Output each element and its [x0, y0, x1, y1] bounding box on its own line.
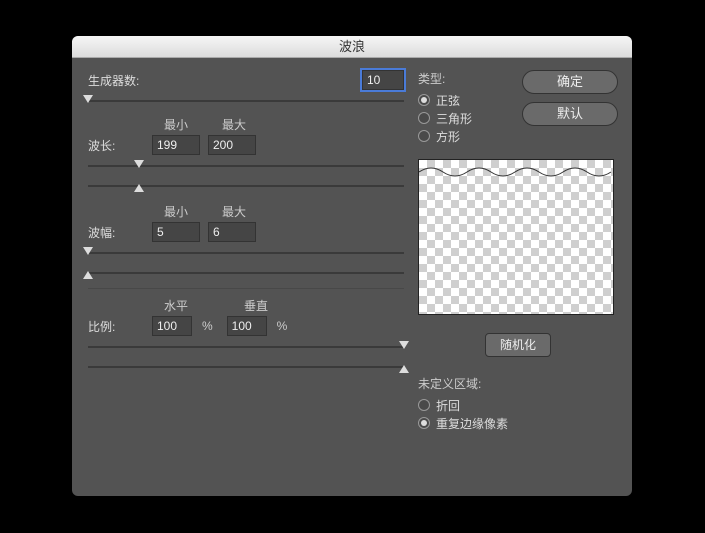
wavelength-max-input[interactable] [208, 135, 256, 155]
scale-h-input[interactable] [152, 316, 192, 336]
col-max-label: 最大 [210, 116, 258, 133]
scale-h-label: 水平 [152, 297, 200, 314]
amplitude-min-slider[interactable] [88, 246, 404, 260]
type-option-square[interactable]: 方形 [418, 127, 510, 145]
amplitude-max-input[interactable] [208, 222, 256, 242]
undefined-option-label: 折回 [436, 397, 460, 414]
preview [418, 159, 614, 315]
radio-icon [418, 417, 430, 429]
randomize-button[interactable]: 随机化 [485, 333, 551, 357]
col-max-label: 最大 [210, 203, 258, 220]
default-button[interactable]: 默认 [522, 102, 618, 126]
wavelength-max-slider[interactable] [88, 179, 404, 193]
col-min-label: 最小 [152, 116, 200, 133]
percent-label: % [202, 319, 213, 333]
radio-icon [418, 130, 430, 142]
type-option-triangle[interactable]: 三角形 [418, 109, 510, 127]
amplitude-min-input[interactable] [152, 222, 200, 242]
radio-icon [418, 94, 430, 106]
radio-icon [418, 399, 430, 411]
type-label: 类型: [418, 70, 510, 87]
wave-dialog: 波浪 生成器数: 最小 最大 波长: [72, 36, 632, 496]
ok-button[interactable]: 确定 [522, 70, 618, 94]
radio-icon [418, 112, 430, 124]
scale-h-slider[interactable] [88, 340, 404, 354]
generators-input[interactable] [362, 70, 404, 90]
percent-label: % [277, 319, 288, 333]
generators-label: 生成器数: [88, 72, 144, 89]
type-option-sine[interactable]: 正弦 [418, 91, 510, 109]
type-option-label: 方形 [436, 128, 460, 145]
amplitude-label: 波幅: [88, 224, 144, 241]
wave-preview-icon [419, 162, 615, 182]
wavelength-min-input[interactable] [152, 135, 200, 155]
col-min-label: 最小 [152, 203, 200, 220]
wavelength-min-slider[interactable] [88, 159, 404, 173]
scale-v-label: 垂直 [232, 297, 280, 314]
undefined-option-wrap[interactable]: 折回 [418, 396, 618, 414]
right-pane: 类型: 正弦 三角形 方形 确定 默认 [418, 70, 618, 432]
scale-v-slider[interactable] [88, 360, 404, 374]
scale-label: 比例: [88, 318, 144, 335]
type-option-label: 正弦 [436, 92, 460, 109]
left-pane: 生成器数: 最小 最大 波长: [88, 70, 404, 432]
titlebar: 波浪 [72, 36, 632, 58]
undefined-option-repeat[interactable]: 重复边缘像素 [418, 414, 618, 432]
wavelength-label: 波长: [88, 137, 144, 154]
scale-v-input[interactable] [227, 316, 267, 336]
window-title: 波浪 [339, 39, 365, 54]
type-option-label: 三角形 [436, 110, 472, 127]
amplitude-max-slider[interactable] [88, 266, 404, 280]
undefined-area-label: 未定义区域: [418, 375, 618, 392]
generators-slider[interactable] [88, 94, 404, 108]
undefined-option-label: 重复边缘像素 [436, 415, 508, 432]
